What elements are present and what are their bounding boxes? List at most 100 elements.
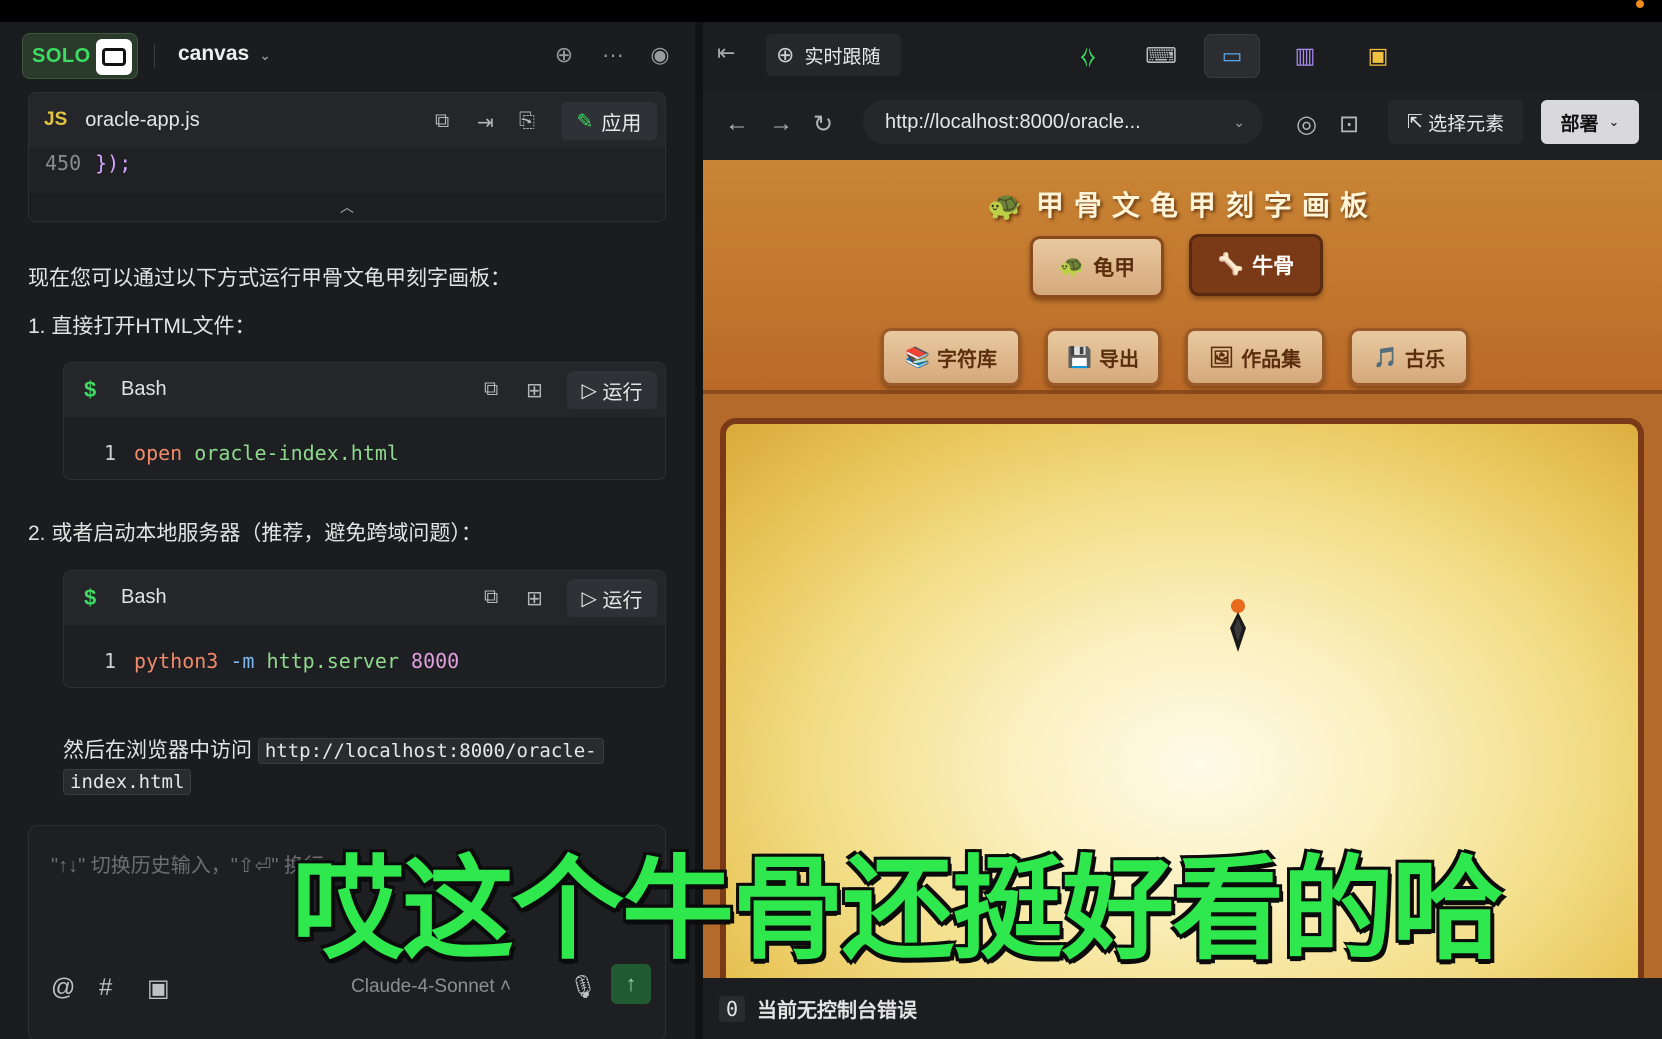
bash-label: Bash <box>121 586 167 608</box>
visit-text: 然后在浏览器中访问 http://localhost:8000/oracle- <box>63 734 604 764</box>
console-status-text: 当前无控制台错误 <box>757 1000 918 1022</box>
brush-cursor-tip <box>1231 599 1245 613</box>
account-icon[interactable]: ◉ <box>646 42 674 70</box>
terminal-dollar-icon: $ <box>84 377 97 402</box>
turtle-icon: 🐢 <box>987 189 1032 222</box>
command: open <box>134 441 183 465</box>
bash-header: $ Bash ⧉ ⊞ ▷ 运行 <box>64 363 665 417</box>
terminal-dollar-icon: $ <box>84 585 97 610</box>
deploy-panel-icon[interactable]: ▣ <box>1350 34 1406 78</box>
web-title: 🐢 甲骨文龟甲刻字画板 <box>703 184 1662 224</box>
line-code: }); <box>95 151 132 175</box>
new-chat-icon[interactable]: ⊕ <box>550 42 578 70</box>
copy-icon[interactable]: ⧉ <box>484 586 498 609</box>
play-icon: ▷ <box>581 587 597 610</box>
apply-pen-icon: ✎ <box>576 110 594 133</box>
run-label: 运行 <box>602 381 643 404</box>
js-file-icon: JS <box>44 109 68 130</box>
live-follow-label: 实时跟随 <box>804 46 881 68</box>
project-name: canvas <box>178 42 250 65</box>
tool-button-character-library[interactable]: 📚 字符库 <box>881 328 1021 386</box>
command: python3 <box>134 649 219 673</box>
step-2-text: 2. 或者启动本地服务器（推荐，避免跨域问题）： <box>28 522 482 545</box>
responsive-icon[interactable]: ⊡ <box>1339 110 1359 139</box>
tool-button-gallery[interactable]: 🖼 作品集 <box>1185 328 1325 386</box>
code-view-icon[interactable]: ⧼⧽ <box>1060 34 1116 78</box>
browser-icon[interactable]: ▭ <box>1204 34 1260 78</box>
line-number: 450 <box>45 151 82 175</box>
line-number: 1 <box>104 441 117 465</box>
run-label: 运行 <box>602 589 643 612</box>
apply-button[interactable]: ✎ 应用 <box>561 102 657 140</box>
chat-header: SOLO canvas ⌄ ⊕ ··· ◉ <box>0 22 695 92</box>
brush-cursor-icon <box>1230 612 1246 652</box>
bash-header: $ Bash ⧉ ⊞ ▷ 运行 <box>64 571 665 625</box>
insert-icon[interactable]: ⇥ <box>477 110 494 135</box>
chevron-down-icon: ⌄ <box>1608 114 1620 129</box>
solo-label: SOLO <box>32 44 91 67</box>
visit-url-part1: http://localhost:8000/oracle- <box>257 738 604 764</box>
file-name[interactable]: oracle-app.js <box>85 109 200 132</box>
top-system-bar <box>0 0 1662 22</box>
back-arrow-icon[interactable]: ← <box>725 110 749 138</box>
bash-block-1: $ Bash ⧉ ⊞ ▷ 运行 1 open oracle-index.html <box>63 362 666 480</box>
video-subtitle: 哎这个牛骨还挺好看的哈 <box>292 845 1504 975</box>
url-text: http://localhost:8000/oracle... <box>885 110 1141 133</box>
tool-button-export[interactable]: 💾 导出 <box>1045 328 1161 386</box>
console-status-bar[interactable]: 0 当前无控制台错误 <box>703 978 1662 1039</box>
add-to-terminal-icon[interactable]: ⊞ <box>526 378 543 403</box>
image-icon[interactable]: ▣ <box>147 974 170 1003</box>
model-selector[interactable]: Claude-4-Sonnet ˄ <box>351 976 511 998</box>
live-follow-button[interactable]: ⊕ 实时跟随 <box>766 34 901 76</box>
tool-label: 作品集 <box>1241 348 1302 371</box>
chevron-up-icon: ˄ <box>499 976 512 997</box>
project-selector[interactable]: canvas ⌄ <box>178 42 271 66</box>
books-icon: 📚 <box>905 346 930 369</box>
docs-icon[interactable]: ▥ <box>1277 34 1333 78</box>
model-name: Claude-4-Sonnet <box>351 976 495 997</box>
mode-button-turtle-shell[interactable]: 🐢 龟甲 <box>1030 236 1164 298</box>
select-element-label: 选择元素 <box>1428 113 1505 135</box>
mention-icon[interactable]: @ <box>51 974 75 1002</box>
step-1-text: 1. 直接打开HTML文件： <box>28 315 256 338</box>
browser-navbar: ← → ↻ http://localhost:8000/oracle... ⌄ ◎… <box>703 92 1662 160</box>
hashtag-icon[interactable]: # <box>99 974 112 1002</box>
tool-button-ancient-music[interactable]: 🎵 古乐 <box>1349 328 1469 386</box>
solo-mode-icon <box>96 39 132 75</box>
tool-label: 导出 <box>1098 348 1139 371</box>
flag: -m <box>230 649 255 673</box>
solo-badge[interactable]: SOLO <box>22 33 138 79</box>
file-diff-icon[interactable]: ⎘ <box>519 110 535 133</box>
run-button[interactable]: ▷ 运行 <box>567 371 657 409</box>
microphone-icon[interactable]: 🎙 <box>569 974 597 1000</box>
run-button[interactable]: ▷ 运行 <box>567 579 657 617</box>
terminal-icon[interactable]: ⌨ <box>1133 34 1189 78</box>
picture-icon: 🖼 <box>1208 346 1235 369</box>
chevron-down-icon[interactable]: ⌄ <box>1233 114 1245 131</box>
bash-block-2: $ Bash ⧉ ⊞ ▷ 运行 1 python3 -m http.server … <box>63 570 666 688</box>
forward-arrow-icon[interactable]: → <box>769 110 793 138</box>
bash-code: 1 python3 -m http.server 8000 <box>104 649 459 673</box>
reload-icon[interactable]: ↻ <box>813 110 833 139</box>
bash-code: 1 open oracle-index.html <box>104 441 399 465</box>
visit-text-cont: index.html <box>63 769 192 795</box>
copy-icon[interactable]: ⧉ <box>435 110 449 133</box>
mode-label: 龟甲 <box>1093 257 1136 280</box>
turtle-icon: 🐢 <box>1058 255 1086 278</box>
collapse-chevron-up-icon[interactable]: ︿ <box>29 193 665 221</box>
url-bar[interactable]: http://localhost:8000/oracle... ⌄ <box>863 100 1263 144</box>
console-error-count: 0 <box>719 995 746 1022</box>
select-element-button[interactable]: ⇱ 选择元素 <box>1388 100 1523 144</box>
port: 8000 <box>411 649 460 673</box>
intro-text: 现在您可以通过以下方式运行甲骨文龟甲刻字画板： <box>28 267 511 290</box>
collapse-left-icon[interactable]: ⇤ <box>717 40 735 66</box>
chat-input-placeholder: "↑↓" 切换历史输入，"⇧⏎" 换行 <box>51 855 325 877</box>
code-file-card: JS oracle-app.js ⧉ ⇥ ⎘ ✎ 应用 450}); ︿ <box>28 92 666 222</box>
add-to-terminal-icon[interactable]: ⊞ <box>526 586 543 611</box>
copy-icon[interactable]: ⧉ <box>484 378 498 401</box>
compass-icon[interactable]: ◎ <box>1296 110 1317 139</box>
argument: oracle-index.html <box>194 441 399 465</box>
more-icon[interactable]: ··· <box>599 42 627 70</box>
mode-button-ox-bone[interactable]: 🦴 牛骨 <box>1189 234 1323 296</box>
deploy-button[interactable]: 部署 ⌄ <box>1541 100 1639 144</box>
